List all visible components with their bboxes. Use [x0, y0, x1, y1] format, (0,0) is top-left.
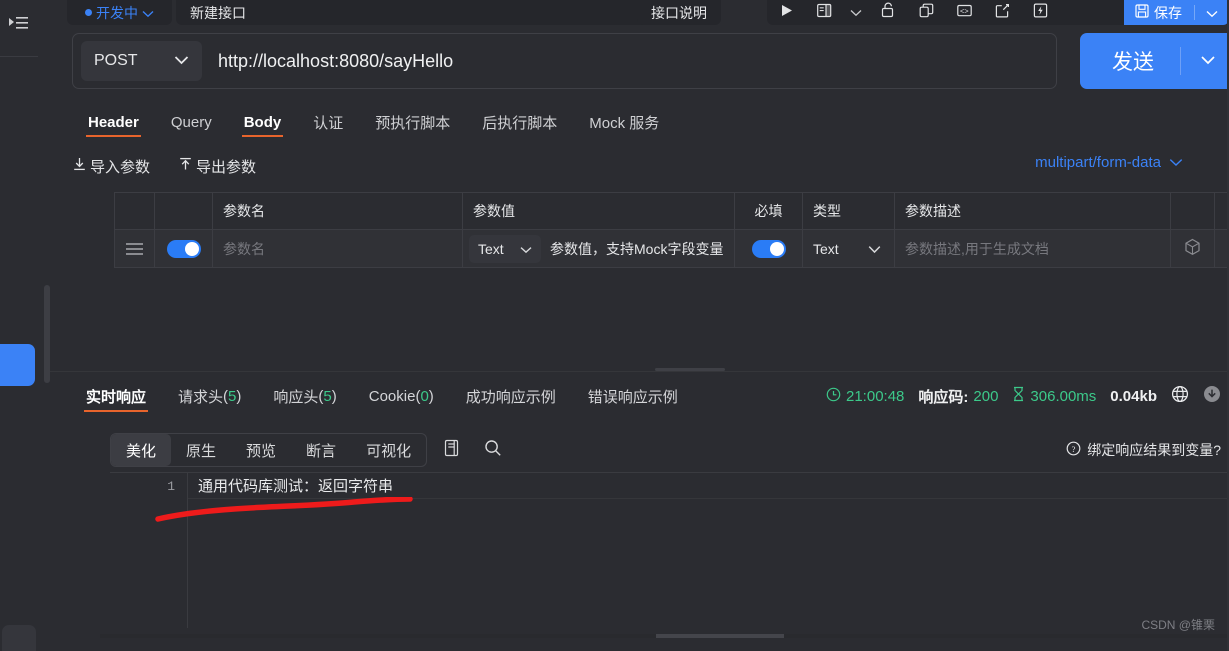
copy-icon — [443, 439, 460, 462]
watermark: CSDN @锥栗 — [1141, 618, 1215, 632]
response-duration-value: 306.00ms — [1030, 387, 1097, 405]
response-tab-cookie-label: Cookie — [368, 387, 416, 405]
response-tab-error-example[interactable]: 错误响应示例 — [572, 378, 694, 414]
bind-variable-label: 绑定响应结果到变量? — [1087, 442, 1221, 458]
format-tab-assertion[interactable]: 断言 — [291, 434, 351, 466]
response-size-value: 0.04kb — [1110, 387, 1157, 405]
response-duration: 306.00ms — [1012, 386, 1096, 406]
response-panel: 实时响应 请求头(5) 响应头(5) Cookie(0) 成功响应示例 错误响应… — [50, 0, 1229, 651]
response-status-bar: 21:00:48 响应码: 200 306.00ms 0.04kb — [826, 380, 1221, 412]
clock-icon — [826, 387, 841, 406]
response-body-line: 通用代码库测试：返回字符串 — [188, 473, 1229, 499]
paren-close: ) — [331, 387, 337, 405]
format-tab-raw[interactable]: 原生 — [171, 434, 231, 466]
response-code: 响应码: 200 — [918, 386, 998, 407]
svg-text:?: ? — [1072, 444, 1076, 454]
line-number: 1 — [167, 479, 175, 494]
response-tab-live[interactable]: 实时响应 — [70, 378, 162, 414]
response-tabs: 实时响应 请求头(5) 响应头(5) Cookie(0) 成功响应示例 错误响应… — [70, 378, 694, 414]
format-tab-visualize[interactable]: 可视化 — [351, 434, 426, 466]
help-icon: ? — [1066, 441, 1081, 459]
response-tab-live-label: 实时响应 — [86, 388, 147, 406]
rail-bottom-tab[interactable] — [2, 625, 36, 651]
response-tab-request-headers-label: 请求头 — [178, 388, 224, 406]
horizontal-scrollbar-track[interactable] — [100, 634, 1229, 638]
response-tab-response-headers[interactable]: 响应头(5) — [257, 378, 352, 414]
response-size: 0.04kb — [1110, 388, 1157, 405]
download-button[interactable] — [1203, 385, 1221, 407]
menu-expand-icon — [9, 16, 29, 35]
format-tab-beautify[interactable]: 美化 — [111, 434, 172, 466]
format-segmented-control: 美化 原生 预览 断言 可视化 — [110, 433, 428, 467]
cookie-count: 0 — [420, 387, 429, 405]
response-body-editor[interactable]: 1 通用代码库测试：返回字符串 — [110, 472, 1229, 628]
response-tab-response-headers-label: 响应头 — [273, 388, 319, 406]
paren-close: ) — [236, 387, 242, 405]
globe-icon — [1171, 385, 1189, 407]
response-tab-error-example-label: 错误响应示例 — [587, 388, 678, 406]
hourglass-icon — [1012, 386, 1025, 406]
left-rail — [0, 0, 38, 651]
response-tab-cookie[interactable]: Cookie(0) — [353, 378, 450, 414]
response-tab-success-example-label: 成功响应示例 — [465, 388, 556, 406]
rail-highlight-block[interactable] — [0, 344, 35, 386]
response-time: 21:00:48 — [826, 387, 904, 406]
response-time-value: 21:00:48 — [846, 387, 905, 405]
line-number-gutter: 1 — [110, 473, 188, 628]
rail-divider — [0, 56, 38, 57]
request-headers-count: 5 — [228, 387, 237, 405]
response-tab-request-headers[interactable]: 请求头(5) — [162, 378, 257, 414]
response-code-value: 200 — [973, 387, 999, 405]
search-icon — [484, 439, 502, 462]
bind-variable-link[interactable]: ? 绑定响应结果到变量? — [1066, 440, 1221, 460]
format-tab-preview[interactable]: 预览 — [231, 434, 291, 466]
horizontal-scrollbar-thumb[interactable] — [656, 634, 784, 638]
search-response-button[interactable] — [475, 433, 511, 467]
download-icon — [1203, 385, 1221, 407]
menu-expand-button[interactable] — [0, 0, 38, 56]
api-client-window: 开发中 新建接口 接口说明 <> 保存 POST http://localhos… — [0, 0, 1229, 651]
response-headers-count: 5 — [323, 387, 332, 405]
response-tab-success-example[interactable]: 成功响应示例 — [450, 378, 572, 414]
paren-close: ) — [428, 387, 434, 405]
response-code-label: 响应码: — [918, 388, 969, 406]
copy-response-button[interactable] — [433, 433, 469, 467]
network-button[interactable] — [1171, 385, 1189, 407]
format-bar: 美化 原生 预览 断言 可视化 — [110, 433, 511, 467]
